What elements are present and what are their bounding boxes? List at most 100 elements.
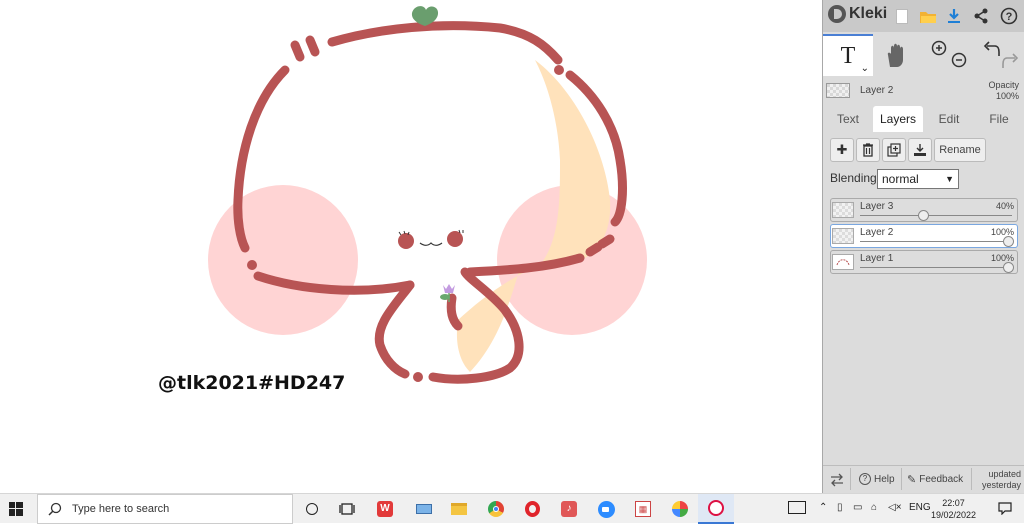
zoom-in-icon <box>931 40 947 56</box>
tool-app-icon[interactable]: ▦ <box>633 499 653 519</box>
start-button[interactable] <box>9 502 23 516</box>
opacity-slider-track[interactable] <box>860 215 1012 216</box>
photos-app-icon[interactable] <box>670 499 690 519</box>
hand-icon <box>887 43 903 67</box>
help-icon[interactable]: ? <box>999 6 1019 26</box>
chrome-icon[interactable] <box>486 499 506 519</box>
chevron-down-icon[interactable]: ⌄ <box>861 63 869 74</box>
panel-tabs: Text Layers Edit File <box>823 104 1024 132</box>
battery-icon[interactable]: ▭ <box>853 502 862 513</box>
zoom-app-icon[interactable] <box>596 499 616 519</box>
taskbar-search[interactable]: Type here to search <box>37 494 293 524</box>
feedback-icon: ✎ <box>907 474 917 486</box>
opacity-slider-track[interactable] <box>860 241 1012 242</box>
trash-icon <box>863 143 873 157</box>
kleki-logo-icon <box>828 5 846 23</box>
cortana-icon[interactable] <box>302 499 322 519</box>
panel-footer: ? Help ✎ Feedback updated yesterday <box>823 465 1024 493</box>
tab-file[interactable]: File <box>977 106 1021 132</box>
current-layer-opacity: Opacity 100% <box>988 80 1019 101</box>
opacity-slider-track[interactable] <box>860 267 1012 268</box>
help-button[interactable]: ? Help <box>859 473 895 485</box>
speaker-muted-icon[interactable]: ◁× <box>888 502 902 513</box>
duplicate-icon <box>887 143 901 157</box>
right-eye <box>447 231 463 247</box>
share-icon[interactable] <box>971 6 991 26</box>
current-layer-info: Layer 2 Opacity 100% <box>823 78 1024 104</box>
kleki-app: @tlk2021#HD247 Kleki ? T ⌄ Layer 2 Opaci… <box>0 0 1024 493</box>
laptop-app-icon[interactable] <box>414 499 434 519</box>
merge-down-icon <box>914 144 926 156</box>
kleki-logo[interactable]: Kleki <box>828 5 887 23</box>
updated-link[interactable]: updated yesterday <box>982 469 1021 491</box>
layer-name: Layer 1 <box>860 253 894 264</box>
chevron-down-icon: ▼ <box>945 174 954 184</box>
wps-office-icon[interactable]: W <box>375 499 395 519</box>
chevron-up-icon[interactable]: ⌃ <box>819 502 827 513</box>
hand-tool-button[interactable] <box>881 40 917 70</box>
watermark-text: @tlk2021#HD247 <box>158 372 346 394</box>
windows-taskbar: Type here to search W ♪ ▦ ⌃ ▯ ▭ ⌂ ◁× ENG… <box>0 493 1024 524</box>
search-placeholder: Type here to search <box>72 503 170 515</box>
layer-item[interactable]: Layer 1 100% <box>830 250 1018 274</box>
layer-item-selected[interactable]: Layer 2 100% <box>830 224 1018 248</box>
kleki-taskbar-icon[interactable] <box>698 494 734 524</box>
flower-icon <box>443 284 455 293</box>
task-view-icon[interactable] <box>337 499 357 519</box>
taskbar-clock[interactable]: 22:07 19/02/2022 <box>931 497 976 521</box>
tab-layers[interactable]: Layers <box>873 106 923 132</box>
device-icon[interactable]: ▯ <box>837 502 843 513</box>
layer-thumbnail <box>832 254 854 270</box>
left-eye <box>398 233 414 249</box>
file-explorer-icon[interactable] <box>449 499 469 519</box>
delete-layer-button[interactable] <box>856 138 880 162</box>
blending-select[interactable]: normal ▼ <box>877 169 959 189</box>
blending-label: Blending <box>830 171 877 185</box>
music-app-icon[interactable]: ♪ <box>559 499 579 519</box>
layer-item[interactable]: Layer 3 40% <box>830 198 1018 222</box>
network-icon[interactable]: ⌂ <box>871 502 877 513</box>
help-circle-icon: ? <box>859 473 871 485</box>
opacity-slider-handle[interactable] <box>918 210 929 221</box>
text-tool-icon: T <box>840 42 856 69</box>
text-tool-button[interactable]: T ⌄ <box>823 34 873 76</box>
opera-icon[interactable] <box>522 499 542 519</box>
layer-action-buttons: ✚ Rename <box>823 138 1024 164</box>
search-icon <box>48 502 62 516</box>
layer-name: Layer 3 <box>860 201 894 212</box>
windows-icon <box>9 502 23 516</box>
svg-text:?: ? <box>1006 11 1013 23</box>
swap-arrows-icon <box>831 473 843 487</box>
merge-down-button[interactable] <box>908 138 932 162</box>
canvas-artwork <box>208 6 647 384</box>
layer-thumbnail <box>832 202 854 218</box>
top-bar: Kleki ? <box>823 0 1024 32</box>
language-indicator[interactable]: ENG <box>909 502 931 513</box>
left-blush <box>208 185 358 335</box>
swap-side-button[interactable] <box>830 473 844 487</box>
open-folder-icon[interactable] <box>918 6 938 26</box>
keyboard-layout-icon[interactable] <box>788 501 806 514</box>
notification-icon[interactable] <box>998 502 1012 516</box>
rename-layer-button[interactable]: Rename <box>934 138 986 162</box>
tool-row: T ⌄ <box>823 32 1024 77</box>
add-layer-button[interactable]: ✚ <box>830 138 854 162</box>
opacity-slider-handle[interactable] <box>1003 262 1014 273</box>
tool-panel: Kleki ? T ⌄ Layer 2 Opacity 100% Text La… <box>822 0 1024 493</box>
undo-icon <box>983 41 1000 56</box>
opacity-slider-handle[interactable] <box>1003 236 1014 247</box>
drawing-canvas[interactable]: @tlk2021#HD247 <box>0 0 822 493</box>
undo-redo-controls <box>981 38 1021 72</box>
duplicate-layer-button[interactable] <box>882 138 906 162</box>
redo-icon <box>1002 53 1019 68</box>
new-image-icon[interactable] <box>892 6 912 26</box>
tab-text[interactable]: Text <box>826 106 870 132</box>
tab-edit[interactable]: Edit <box>927 106 971 132</box>
plus-icon: ✚ <box>836 142 848 157</box>
zoom-controls <box>929 38 969 72</box>
layer-opacity: 40% <box>995 201 1014 211</box>
current-layer-thumbnail <box>826 83 850 98</box>
current-layer-name: Layer 2 <box>860 85 894 96</box>
download-icon[interactable] <box>944 6 964 26</box>
feedback-button[interactable]: ✎ Feedback <box>907 473 963 486</box>
